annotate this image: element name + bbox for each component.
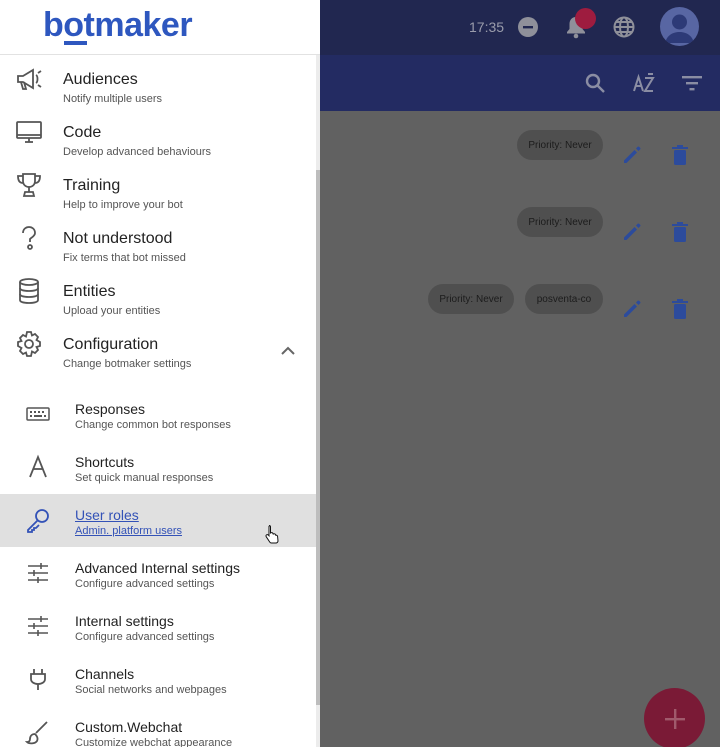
submenu-item-subtitle: Configure advanced settings [75,631,215,643]
question-icon [15,224,43,252]
botmaker-logo[interactable]: botmaker [43,6,193,45]
drawer-scrollbar-thumb[interactable] [316,170,320,705]
menu-item-entities[interactable]: Entities Upload your entities [0,267,316,320]
delete-trash-icon[interactable] [668,143,692,167]
submenu-item-channels[interactable]: Channels Social networks and webpages [0,653,316,706]
menu-item-training[interactable]: Training Help to improve your bot [0,161,316,214]
edit-pencil-icon[interactable] [620,143,644,167]
user-avatar[interactable] [660,7,699,46]
submenu-item-title: Channels [75,666,135,682]
brush-icon [24,718,52,746]
menu-item-title: Training [63,177,121,194]
menu-item-subtitle: Change botmaker settings [63,358,192,370]
key-icon [24,506,52,534]
plug-icon [24,665,52,693]
menu-item-title: Not understood [63,230,173,247]
submenu-item-subtitle: Set quick manual responses [75,472,214,484]
submenu-item-subtitle: Change common bot responses [75,419,231,431]
gear-icon [15,330,43,358]
menu-item-subtitle: Develop advanced behaviours [63,146,211,158]
submenu-item-responses[interactable]: Responses Change common bot responses [0,388,316,441]
delete-trash-icon[interactable] [668,220,692,244]
font-a-icon [24,453,52,481]
sliders-icon [24,612,52,640]
submenu-item-subtitle: Admin. platform users [75,525,182,537]
megaphone-icon [15,65,43,93]
list-row[interactable]: Priority: Never [320,130,720,176]
menu-item-subtitle: Notify multiple users [63,93,163,105]
keyboard-icon [24,400,52,428]
notification-badge [575,8,596,29]
list-row[interactable]: Priority: Never [320,207,720,253]
plus-icon [664,708,685,729]
database-icon [15,277,43,305]
menu-item-subtitle: Upload your entities [63,305,161,317]
menu-item-title: Audiences [63,71,138,88]
edit-pencil-icon[interactable] [620,220,644,244]
menu-item-title: Entities [63,283,116,300]
hand-pointer-cursor-icon [264,524,280,544]
do-not-disturb-icon[interactable] [517,16,539,38]
menu-item-subtitle: Help to improve your bot [63,199,183,211]
search-icon[interactable] [584,72,606,94]
menu-item-code[interactable]: Code Develop advanced behaviours [0,108,316,161]
menu-item-title: Configuration [63,336,159,353]
submenu-item-advanced-internal-settings[interactable]: Advanced Internal settings Configure adv… [0,547,316,600]
list-row[interactable]: Priority: Never posventa-co [320,284,720,330]
logo-underline [64,41,87,45]
sort-az-icon[interactable] [632,72,656,94]
submenu-item-shortcuts[interactable]: Shortcuts Set quick manual responses [0,441,316,494]
clock: 17:35 [469,19,505,35]
delete-trash-icon[interactable] [668,297,692,321]
monitor-icon [15,118,43,146]
submenu-item-title: User roles [75,507,139,523]
chevron-up-icon[interactable] [278,344,298,358]
submenu-item-subtitle: Customize webchat appearance [75,737,233,747]
submenu-item-subtitle: Social networks and webpages [75,684,227,696]
tag-chip: posventa-co [525,284,603,314]
submenu-item-title: Internal settings [75,613,174,629]
priority-chip: Priority: Never [517,207,603,237]
menu-item-configuration[interactable]: Configuration Change botmaker settings [0,320,316,373]
drawer-menu: Audiences Notify multiple users Code Dev… [0,55,316,747]
priority-chip: Priority: Never [428,284,514,314]
edit-pencil-icon[interactable] [620,297,644,321]
menu-item-subtitle: Fix terms that bot missed [63,252,186,264]
add-fab-button[interactable] [644,688,705,747]
submenu-item-subtitle: Configure advanced settings [75,578,215,590]
menu-item-title: Code [63,124,102,141]
submenu-item-custom-webchat[interactable]: Custom.Webchat Customize webchat appeara… [0,706,316,747]
priority-chip: Priority: Never [517,130,603,160]
filter-icon[interactable] [681,73,703,93]
trophy-icon [15,171,43,199]
submenu-item-title: Advanced Internal settings [75,560,240,576]
submenu-item-title: Custom.Webchat [75,719,183,735]
submenu-item-title: Responses [75,401,146,417]
language-globe-icon[interactable] [612,15,636,39]
submenu-item-title: Shortcuts [75,454,135,470]
navigation-drawer: botmaker Audiences Notify multiple users… [0,0,320,747]
sliders-icon [24,559,52,587]
menu-item-not-understood[interactable]: Not understood Fix terms that bot missed [0,214,316,267]
menu-item-audiences[interactable]: Audiences Notify multiple users [0,55,316,108]
drawer-header: botmaker [0,0,320,55]
submenu-item-internal-settings[interactable]: Internal settings Configure advanced set… [0,600,316,653]
